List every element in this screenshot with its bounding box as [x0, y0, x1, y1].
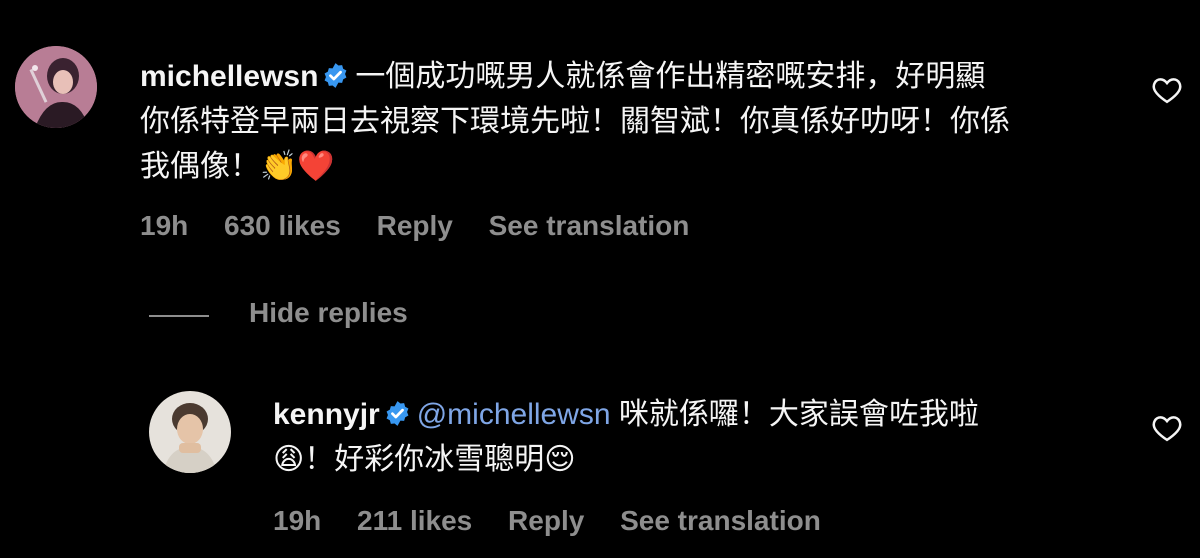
reply-button[interactable]: Reply	[508, 505, 584, 536]
reply-line-2: 😩！好彩你冰雪聰明😌	[273, 437, 1133, 482]
reply-likes[interactable]: 211 likes	[357, 505, 472, 536]
reply-line-1: kennyjr @michellewsn 咪就係囉！大家誤會咗我啦	[273, 392, 1133, 437]
avatar-image	[149, 391, 231, 473]
reply-meta: 19h 211 likes Reply See translation	[273, 505, 849, 537]
reply-kennyjr: kennyjr @michellewsn 咪就係囉！大家誤會咗我啦 😩！好彩你冰雪…	[0, 0, 1200, 558]
relieved-face-emoji: 😌	[544, 442, 576, 477]
like-heart-icon[interactable]	[1152, 414, 1182, 442]
reply-text-line-1: 咪就係囉！大家誤會咗我啦	[610, 398, 979, 431]
see-translation-button[interactable]: See translation	[620, 505, 821, 536]
reply-time: 19h	[273, 505, 322, 536]
avatar-kennyjr[interactable]	[149, 391, 231, 473]
reply-mention-link[interactable]: @michellewsn	[417, 398, 611, 431]
reply-text-line-2: ！好彩你冰雪聰明	[304, 443, 545, 476]
verified-badge-icon	[386, 401, 409, 426]
reply-username[interactable]: kennyjr	[273, 398, 380, 431]
reply-body: kennyjr @michellewsn 咪就係囉！大家誤會咗我啦 😩！好彩你冰雪…	[273, 392, 1133, 482]
weary-face-emoji: 😩	[273, 442, 305, 477]
